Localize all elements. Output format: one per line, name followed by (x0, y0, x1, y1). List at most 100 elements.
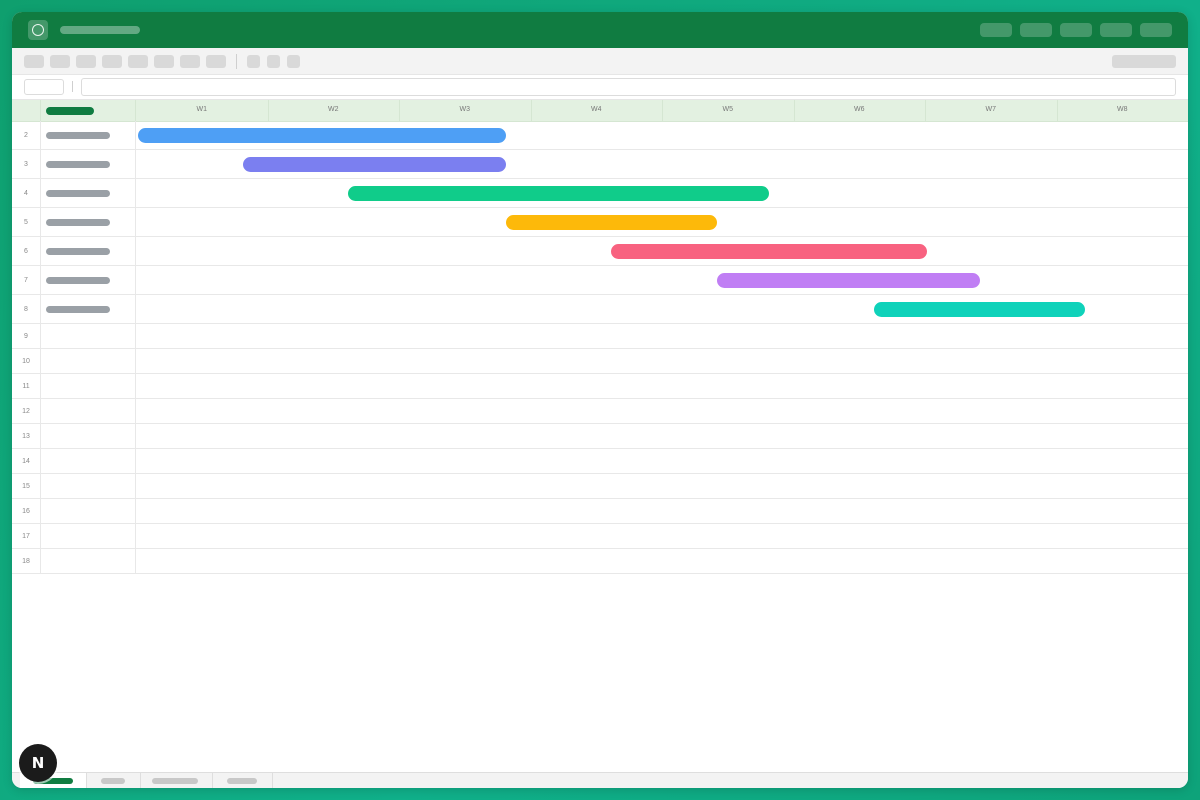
gantt-bar[interactable] (506, 214, 717, 230)
row-number[interactable]: 15 (12, 474, 41, 498)
row-number[interactable]: 7 (12, 266, 41, 294)
task-cell[interactable] (40, 424, 136, 448)
titlebar-button-2[interactable] (1020, 23, 1052, 37)
gantt-bar[interactable] (874, 301, 1085, 317)
document-title-placeholder (60, 26, 140, 34)
task-cell[interactable] (40, 349, 136, 373)
gantt-bar[interactable] (138, 127, 507, 143)
task-cell[interactable] (40, 208, 136, 236)
row-number[interactable]: 2 (12, 121, 41, 149)
week-divider (925, 100, 926, 121)
week-header-5[interactable]: W5 (708, 106, 748, 113)
row-number[interactable]: 17 (12, 524, 41, 548)
task-cell[interactable] (40, 474, 136, 498)
toolbar-button-10[interactable] (267, 55, 280, 68)
table-row[interactable]: 10 (12, 349, 1188, 374)
table-row[interactable]: 7 (12, 266, 1188, 295)
task-cell[interactable] (40, 524, 136, 548)
task-name-placeholder (46, 189, 110, 197)
title-bar (12, 12, 1188, 48)
gantt-bar[interactable] (348, 185, 770, 201)
gantt-bar[interactable] (243, 156, 507, 172)
table-row[interactable]: 15 (12, 474, 1188, 499)
task-cell[interactable] (40, 121, 136, 149)
week-header-6[interactable]: W6 (839, 106, 879, 113)
select-all-corner[interactable] (12, 100, 41, 121)
row-number[interactable]: 3 (12, 150, 41, 178)
toolbar-button-1[interactable] (24, 55, 44, 68)
toolbar-button-6[interactable] (154, 55, 174, 68)
sheet-tab-label (152, 778, 198, 784)
task-cell[interactable] (40, 324, 136, 348)
titlebar-button-1[interactable] (980, 23, 1012, 37)
row-number[interactable]: 13 (12, 424, 41, 448)
task-cell[interactable] (40, 549, 136, 573)
toolbar-button-3[interactable] (76, 55, 96, 68)
week-header-1[interactable]: W1 (182, 106, 222, 113)
task-cell[interactable] (40, 449, 136, 473)
row-number[interactable]: 4 (12, 179, 41, 207)
app-icon[interactable] (28, 20, 48, 40)
week-header-2[interactable]: W2 (313, 106, 353, 113)
week-header-4[interactable]: W4 (576, 106, 616, 113)
sheet-tab-2[interactable] (86, 773, 141, 788)
table-row[interactable]: 18 (12, 549, 1188, 574)
row-number[interactable]: 9 (12, 324, 41, 348)
row-number[interactable]: 12 (12, 399, 41, 423)
table-row[interactable]: 13 (12, 424, 1188, 449)
row-number[interactable]: 11 (12, 374, 41, 398)
table-row[interactable]: 14 (12, 449, 1188, 474)
toolbar-button-9[interactable] (247, 55, 260, 68)
table-row[interactable]: 6 (12, 237, 1188, 266)
row-number[interactable]: 5 (12, 208, 41, 236)
formula-input[interactable] (81, 78, 1176, 96)
task-cell[interactable] (40, 266, 136, 294)
row-number[interactable]: 10 (12, 349, 41, 373)
table-row[interactable]: 12 (12, 399, 1188, 424)
gantt-bar[interactable] (716, 272, 980, 288)
toolbar-button-8[interactable] (206, 55, 226, 68)
row-number[interactable]: 8 (12, 295, 41, 323)
sheet-tab-4[interactable] (212, 773, 273, 788)
table-row[interactable]: 3 (12, 150, 1188, 179)
toolbar-button-11[interactable] (287, 55, 300, 68)
week-header-8[interactable]: W8 (1102, 106, 1142, 113)
titlebar-button-5[interactable] (1140, 23, 1172, 37)
task-cell[interactable] (40, 150, 136, 178)
table-row[interactable]: 4 (12, 179, 1188, 208)
row-number[interactable]: 18 (12, 549, 41, 573)
row-number[interactable]: 14 (12, 449, 41, 473)
titlebar-button-4[interactable] (1100, 23, 1132, 37)
task-cell[interactable] (40, 179, 136, 207)
table-row[interactable]: 5 (12, 208, 1188, 237)
task-cell[interactable] (40, 295, 136, 323)
toolbar-share-button[interactable] (1112, 55, 1176, 68)
task-cell[interactable] (40, 237, 136, 265)
row-number[interactable]: 16 (12, 499, 41, 523)
table-row[interactable]: 11 (12, 374, 1188, 399)
column-header-row: W1 W2 W3 W4 W5 W6 W7 W8 (12, 100, 1188, 122)
sheet-tab-3[interactable] (140, 773, 213, 788)
task-cell[interactable] (40, 499, 136, 523)
task-column-header[interactable] (40, 100, 136, 121)
task-cell[interactable] (40, 399, 136, 423)
table-row[interactable]: 8 (12, 295, 1188, 324)
week-divider (267, 100, 269, 121)
toolbar-button-5[interactable] (128, 55, 148, 68)
n-badge[interactable]: N (19, 744, 57, 782)
table-row[interactable]: 9 (12, 324, 1188, 349)
toolbar-button-7[interactable] (180, 55, 200, 68)
titlebar-button-3[interactable] (1060, 23, 1092, 37)
task-cell[interactable] (40, 374, 136, 398)
toolbar-button-2[interactable] (50, 55, 70, 68)
table-row[interactable]: 16 (12, 499, 1188, 524)
gantt-bar[interactable] (611, 243, 927, 259)
row-number[interactable]: 6 (12, 237, 41, 265)
name-box[interactable] (24, 79, 64, 95)
circle-icon (32, 24, 44, 36)
toolbar-button-4[interactable] (102, 55, 122, 68)
week-header-3[interactable]: W3 (445, 106, 485, 113)
table-row[interactable]: 17 (12, 524, 1188, 549)
table-row[interactable]: 2 (12, 121, 1188, 150)
week-header-7[interactable]: W7 (971, 106, 1011, 113)
